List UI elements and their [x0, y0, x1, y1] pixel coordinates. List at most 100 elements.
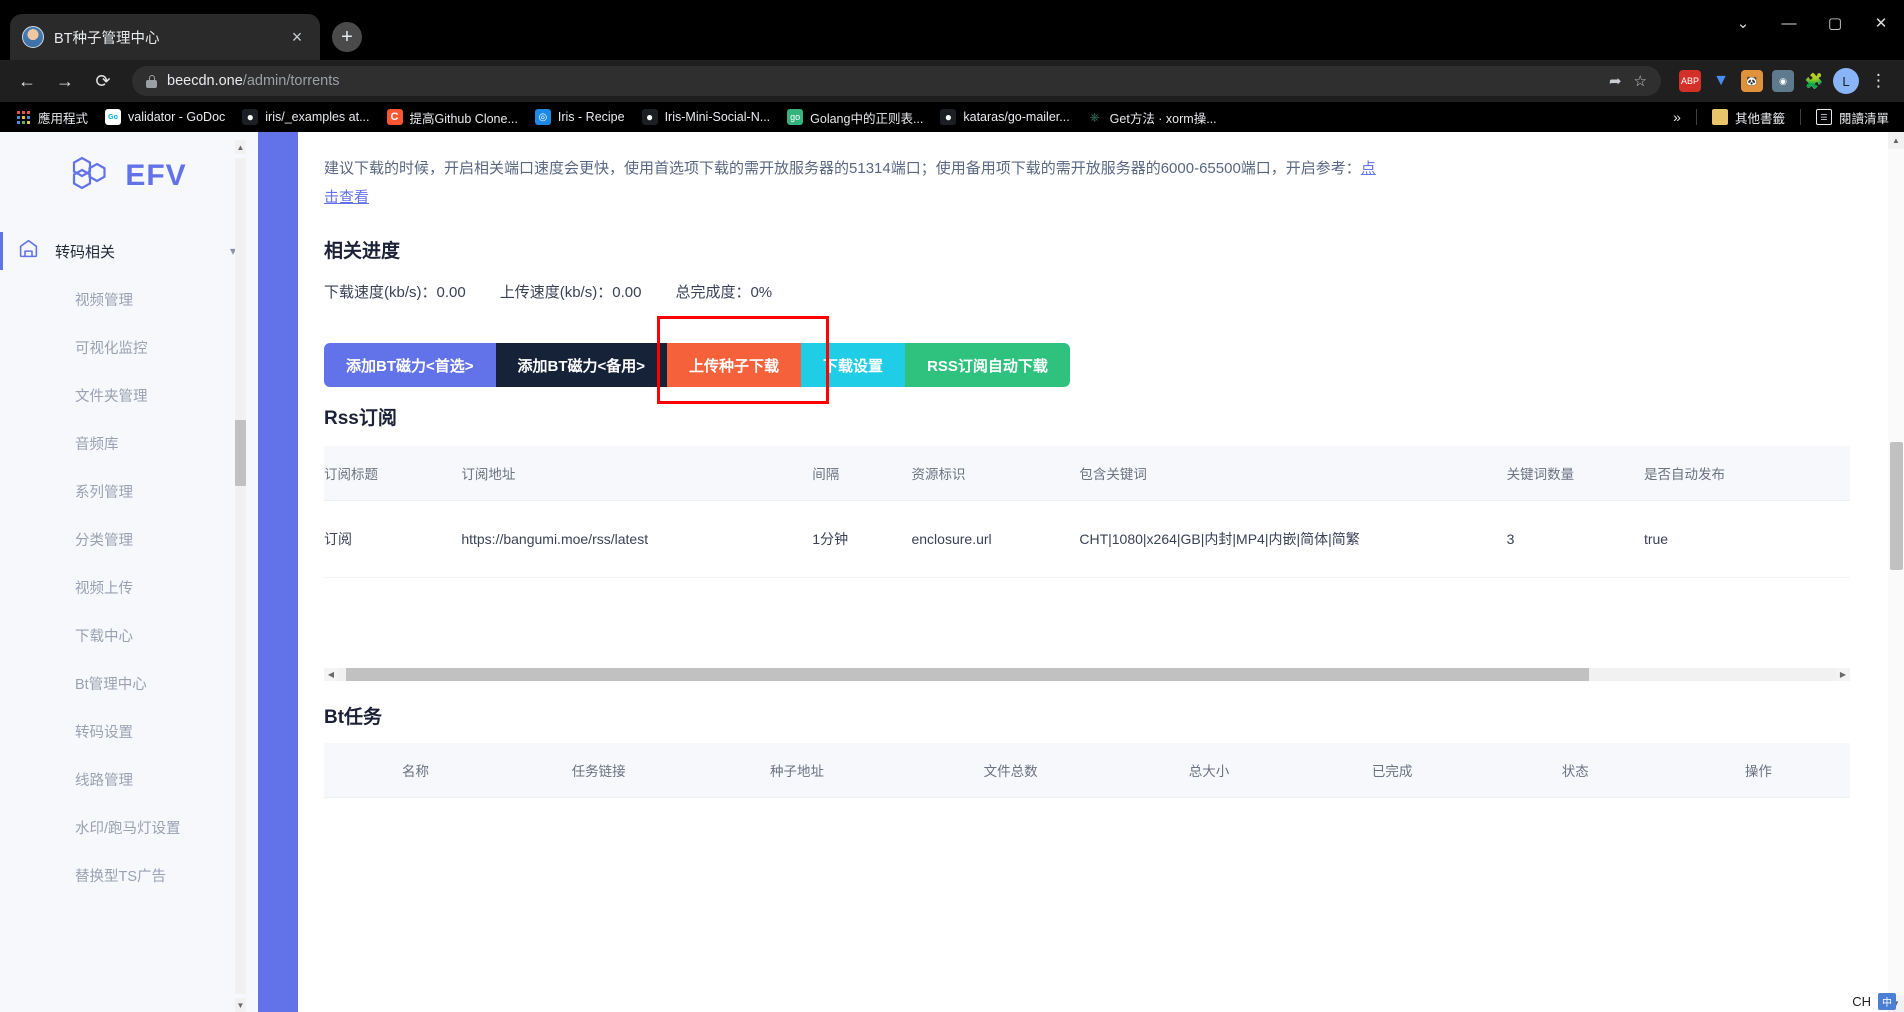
bt-table-header-row: 名称 任务链接 种子地址 文件总数 总大小 已完成 状态 操作 — [324, 743, 1850, 798]
download-speed-value: 0.00 — [436, 284, 466, 301]
sidebar-item-download-center[interactable]: 下载中心 — [0, 611, 258, 659]
sidebar-item-label: 音频库 — [75, 436, 119, 453]
share-icon[interactable]: ➦ — [1609, 72, 1622, 90]
sidebar-item-label: 可视化监控 — [75, 340, 148, 357]
reading-list-label: 閱讀清單 — [1838, 111, 1889, 126]
browser-tab[interactable]: BT种子管理中心 × — [10, 14, 320, 60]
back-button[interactable]: ← — [10, 64, 44, 98]
page-viewport: EFV 转码相关 ▾ 视频管理 可视化监控 文件夹管理 音频库 系列管理 分类管… — [0, 132, 1904, 1012]
sidebar-scrollbar[interactable]: ▲ ▼ — [235, 140, 246, 1012]
progress-section-title: 相关进度 — [324, 241, 401, 262]
star-icon[interactable]: ☆ — [1634, 72, 1647, 90]
bookmark-iris-examples[interactable]: ● iris/_examples at... — [235, 105, 376, 129]
rss-col-resource-id: 资源标识 — [911, 446, 1080, 501]
rss-table-wrapper: 订阅标题 订阅地址 间隔 资源标识 包含关键词 关键词数量 是否自动发布 订阅 — [324, 446, 1850, 681]
bookmark-label: Golang中的正则表... — [810, 111, 924, 126]
notice-link-part1[interactable]: 点 — [1361, 160, 1376, 177]
sidebar-item-folder-manage[interactable]: 文件夹管理 — [0, 371, 258, 419]
bt-table-wrapper: 名称 任务链接 种子地址 文件总数 总大小 已完成 状态 操作 — [324, 743, 1850, 798]
sidebar-item-video-upload[interactable]: 视频上传 — [0, 563, 258, 611]
sidebar-accent-strip — [258, 132, 298, 1012]
window-minimize-group-button[interactable]: ⌄ — [1720, 0, 1766, 46]
table-row[interactable]: 订阅 https://bangumi.moe/rss/latest 1分钟 en… — [324, 500, 1850, 578]
proxy-switchy-icon[interactable]: ◉ — [1772, 70, 1794, 92]
add-bt-magnet-backup-button[interactable]: 添加BT磁力<备用> — [495, 343, 668, 387]
csdn-icon: C — [386, 109, 403, 125]
upload-speed-value: 0.00 — [612, 284, 642, 301]
sidebar-item-label: 转码设置 — [75, 724, 133, 741]
hscroll-right-icon[interactable]: ▶ — [1836, 670, 1850, 679]
adblock-plus-icon[interactable]: ABP — [1679, 70, 1701, 92]
page-scrollbar-thumb[interactable] — [1890, 442, 1903, 570]
sidebar-item-visual-monitor[interactable]: 可视化监控 — [0, 323, 258, 371]
total-progress-stat: 总完成度：0% — [675, 281, 772, 302]
bookmark-apps[interactable]: 應用程式 — [8, 104, 95, 131]
upload-torrent-download-button[interactable]: 上传种子下载 — [667, 343, 802, 387]
sidebar-item-watermark-settings[interactable]: 水印/跑马灯设置 — [0, 803, 258, 851]
sidebar-group-transcode[interactable]: 转码相关 ▾ — [0, 227, 258, 275]
hscroll-thumb[interactable] — [346, 668, 1590, 681]
browser-menu-icon[interactable]: ⋮ — [1863, 71, 1894, 91]
bookmark-iris-recipe[interactable]: ◎ Iris - Recipe — [528, 105, 632, 129]
sidebar-item-ts-ad-replace[interactable]: 替换型TS广告 — [0, 851, 258, 899]
bookmarks-overflow-icon[interactable]: » — [1666, 109, 1688, 125]
rss-cell-keywords: CHT|1080|x264|GB|内封|MP4|内嵌|简体|简繁 — [1079, 500, 1507, 578]
lock-icon — [146, 74, 157, 88]
download-settings-button[interactable]: 下载设置 — [801, 343, 906, 387]
puzzle-extensions-icon[interactable]: 🧩 — [1803, 70, 1825, 92]
tab-close-icon[interactable]: × — [286, 28, 308, 46]
sidebar-item-transcode-settings[interactable]: 转码设置 — [0, 707, 258, 755]
sidebar-scroll-down-icon[interactable]: ▼ — [235, 998, 246, 1012]
upload-speed-label: 上传速度(kb/s)： — [499, 284, 613, 301]
window-maximize-button[interactable]: ▢ — [1812, 0, 1858, 46]
notice-link-part2[interactable]: 击查看 — [324, 189, 369, 206]
sidebar-scroll-up-icon[interactable]: ▲ — [235, 140, 246, 154]
bookmark-validator-godoc[interactable]: Go validator - GoDoc — [98, 105, 232, 129]
tampermonkey-icon[interactable]: 🐼 — [1741, 70, 1763, 92]
bookmark-go-mailer[interactable]: ● kataras/go-mailer... — [933, 105, 1076, 129]
page-scrollbar[interactable]: ▲ ▼ — [1888, 132, 1904, 1012]
other-bookmarks-folder[interactable]: 其他書籤 — [1705, 104, 1792, 131]
hscroll-track[interactable] — [338, 668, 1836, 681]
vue-devtools-icon[interactable]: ▼ — [1710, 70, 1732, 92]
bookmarks-bar: 應用程式 Go validator - GoDoc ● iris/_exampl… — [0, 102, 1904, 132]
sidebar-item-category-manage[interactable]: 分类管理 — [0, 515, 258, 563]
bookmark-label: 應用程式 — [38, 111, 89, 126]
sidebar-group-label: 转码相关 — [55, 243, 116, 261]
sidebar-item-series-manage[interactable]: 系列管理 — [0, 467, 258, 515]
rss-auto-download-button[interactable]: RSS订阅自动下载 — [905, 343, 1070, 387]
rss-cell-url: https://bangumi.moe/rss/latest — [461, 500, 813, 578]
bookmark-xorm-get[interactable]: ⎈ Get方法 · xorm操... — [1080, 104, 1224, 131]
rss-cell-extra — [1811, 500, 1850, 578]
window-close-button[interactable]: ✕ — [1858, 0, 1904, 46]
window-minimize-button[interactable]: — — [1766, 0, 1812, 46]
profile-avatar[interactable]: L — [1833, 68, 1859, 94]
sidebar-item-audio-library[interactable]: 音频库 — [0, 419, 258, 467]
sidebar-item-label: 线路管理 — [75, 772, 133, 789]
ime-mode-badge[interactable]: 中 — [1878, 993, 1896, 1010]
address-bar[interactable]: beecdn.one/admin/torrents ➦ ☆ — [132, 66, 1661, 96]
sidebar-item-line-manage[interactable]: 线路管理 — [0, 755, 258, 803]
sidebar-item-bt-center[interactable]: Bt管理中心 — [0, 659, 258, 707]
sidebar-item-video-manage[interactable]: 视频管理 — [0, 275, 258, 323]
new-tab-button[interactable]: + — [332, 22, 362, 52]
sidebar-item-label: 水印/跑马灯设置 — [75, 820, 181, 837]
rss-table-header-row: 订阅标题 订阅地址 间隔 资源标识 包含关键词 关键词数量 是否自动发布 — [324, 446, 1850, 501]
sidebar-scrollbar-thumb[interactable] — [235, 420, 246, 486]
bookmark-github-clone[interactable]: C 提高Github Clone... — [380, 104, 525, 131]
download-speed-label: 下载速度(kb/s)： — [324, 284, 437, 301]
ime-language[interactable]: CH — [1852, 994, 1871, 1009]
forward-button[interactable]: → — [48, 64, 82, 98]
bookmark-label: iris/_examples at... — [265, 110, 370, 124]
hscroll-left-icon[interactable]: ◀ — [324, 670, 338, 679]
rss-table-horizontal-scrollbar[interactable]: ◀ ▶ — [324, 668, 1850, 681]
browser-toolbar: ← → ⟳ beecdn.one/admin/torrents ➦ ☆ ABP … — [0, 60, 1904, 102]
github-icon: ● — [242, 109, 259, 125]
bookmark-iris-mini-social[interactable]: ● Iris-Mini-Social-N... — [635, 105, 778, 129]
sidebar-scrollbar-track[interactable] — [235, 158, 246, 994]
reload-button[interactable]: ⟳ — [86, 64, 120, 98]
page-scroll-up-icon[interactable]: ▲ — [1888, 132, 1904, 149]
reading-list-button[interactable]: ☰ 閱讀清單 — [1809, 104, 1896, 131]
bookmark-golang-regex[interactable]: go Golang中的正则表... — [780, 104, 930, 131]
add-bt-magnet-primary-button[interactable]: 添加BT磁力<首选> — [324, 343, 496, 387]
